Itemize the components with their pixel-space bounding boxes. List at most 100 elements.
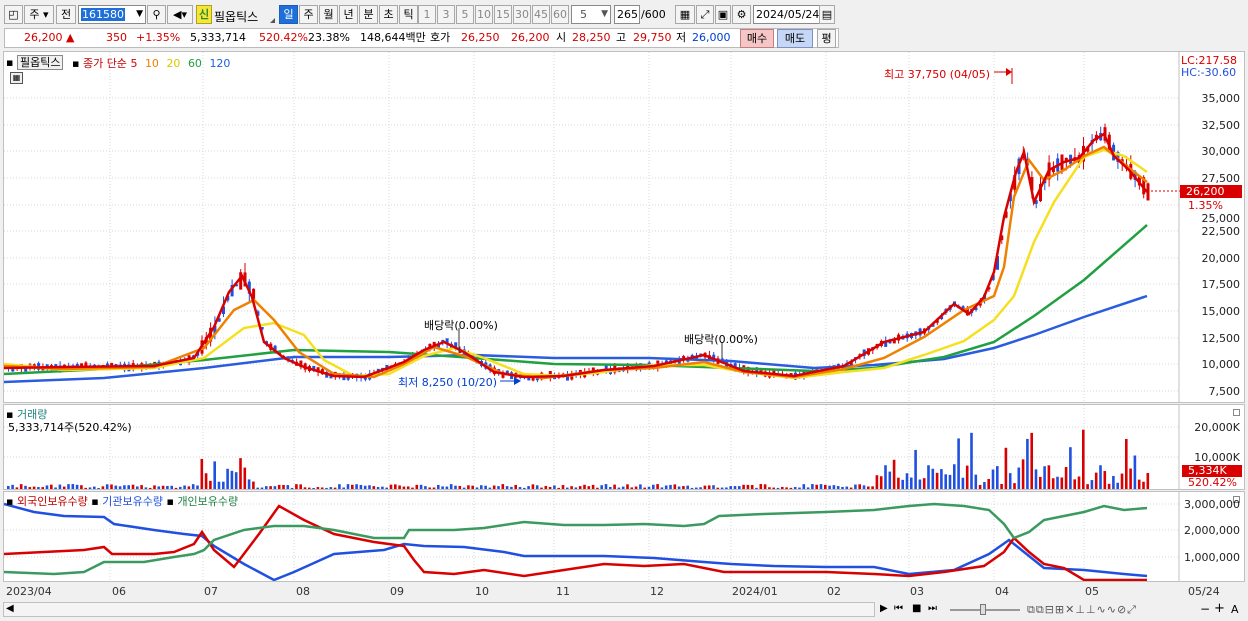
price-chart-panel[interactable]: ▪ 필옵틱스 ▪ 종가 단순 5 10 20 60 120 ▦ LC:217.5… [3,51,1245,403]
step-45[interactable]: 45 [532,5,550,24]
volume-bar [243,467,247,489]
step-30[interactable]: 30 [513,5,531,24]
volume-bar [905,473,909,489]
tab-second[interactable]: 초 [379,5,398,24]
save-icon[interactable]: ▣ [715,5,731,24]
x-label-12: 12 [650,585,664,598]
step-3[interactable]: 3 [437,5,455,24]
stock-tag-label: 필옵틱스 [16,55,64,70]
sound-icon[interactable]: ◀▾ [167,5,193,24]
volume-bar [1034,469,1038,489]
volume-bar [996,466,999,489]
step-60[interactable]: 60 [551,5,569,24]
volume-bar [161,485,165,489]
volume-panel-close-icon[interactable] [1233,409,1240,416]
volume-bar [419,484,423,489]
calendar-icon[interactable]: ▤ [819,5,835,24]
x-label-03: 03 [910,585,924,598]
step-label: 3 [442,8,450,21]
stock-tag: ▪ 필옵틱스 [6,54,64,70]
tab-tick-label: 틱 [403,8,414,21]
volume-bar [858,484,861,489]
scroll-left-icon[interactable]: ◀ [6,603,14,614]
volume-bar [664,485,668,489]
stock-name-corner [270,18,275,23]
layout-icon[interactable]: ◰ [4,5,23,24]
text-tool-icon[interactable]: A [1231,603,1239,616]
buy-button[interactable]: 매수 [740,29,774,48]
volume-bar [67,484,70,489]
price-tick-10000: 10,000 [1201,358,1241,371]
volume-bar [32,486,36,489]
volume-value: 5,333,714 [190,31,246,44]
holding-chart-panel[interactable]: ▪ 외국인보유수량 ▪ 기관보유수량 ▪ 개인보유수량 3,000,000 2,… [3,491,1245,582]
custom-step-input[interactable]: 5 ▼ [571,5,611,24]
tab-day-label: 일 [283,8,294,21]
volume-chart-panel[interactable]: ▪ 거래량 5,333,714주(520.42%) 20,000K 10,000… [3,404,1245,490]
volume-bar [105,484,109,489]
step-label: 60 [553,8,567,21]
step-1[interactable]: 1 [418,5,436,24]
table-icon[interactable]: ▦ [10,72,23,84]
volume-bar [630,487,634,489]
volume-bar [845,486,849,489]
badge-label: 신 [198,8,210,21]
tab-tick[interactable]: 틱 [399,5,418,24]
tab-month[interactable]: 월 [319,5,338,24]
x-label-11: 11 [556,585,570,598]
period-unit-select[interactable]: 주 ▾ [24,5,54,24]
scroll-start-icon[interactable]: ⏮ [894,603,903,614]
eval-label: 평 [821,32,832,45]
buy-label: 매수 [746,32,768,45]
step-10[interactable]: 10 [475,5,493,24]
stock-code-input[interactable]: 161580 ▼ [78,5,146,24]
gear-icon[interactable]: ⚙ [732,5,751,24]
draw-tool-icon[interactable]: ⤢ [696,5,714,24]
price-tick-12500: 12,500 [1201,332,1241,345]
eval-button[interactable]: 평 [817,29,836,48]
chart-tools-icons[interactable]: ⧉⧉⊟⊞✕⊥⊥∿∿⊘⤢ [1027,603,1137,617]
volume-bar [510,486,513,489]
search-icon[interactable]: ⚲ [147,5,166,24]
tab-week[interactable]: 주 [299,5,318,24]
volume-bar [316,487,320,489]
volume-bar [884,465,887,489]
tab-minute[interactable]: 분 [359,5,378,24]
legend-ma60: 60 [187,57,202,70]
volume-bar [269,486,272,489]
legend-prefix: 종가 단순 [82,57,127,70]
date-input[interactable]: 2024/05/24 [753,5,820,24]
count-input[interactable]: 265 [614,5,640,24]
step-15[interactable]: 15 [494,5,512,24]
volume-bar [918,479,922,489]
grid-tool-icon[interactable]: ▦ [675,5,695,24]
horizontal-scrollbar[interactable] [3,602,875,617]
sell-button[interactable]: 매도 [777,29,813,48]
zoom-slider-handle[interactable] [980,604,986,615]
volume-bar [725,487,728,489]
zoom-in-icon[interactable]: + [1214,601,1225,616]
volume-bar [351,484,354,489]
volume-bar [402,486,406,489]
volume-bar [488,487,492,489]
volume-bar [204,473,208,489]
step-label: 45 [534,8,548,21]
volume-bar [213,461,216,489]
prev-button[interactable]: 전 [56,5,76,24]
volume-bar [544,485,548,489]
ma20-line [4,148,1148,380]
stop-icon[interactable]: ■ [912,603,921,614]
tab-year[interactable]: 년 [339,5,358,24]
current-pct-tag: 1.35% [1188,199,1223,212]
step-5[interactable]: 5 [456,5,474,24]
scroll-right-icon[interactable]: ▶ [880,603,888,614]
price-tick-32500: 32,500 [1201,119,1241,132]
x-label-04: 04 [995,585,1009,598]
zoom-out-icon[interactable]: − [1200,602,1210,616]
volume-bar [750,485,754,489]
volume-bar [101,486,105,489]
tab-day[interactable]: 일 [279,5,298,24]
scroll-end-icon[interactable]: ⏭ [928,603,937,614]
volume-bar [854,484,857,489]
volume-bar [37,487,40,489]
